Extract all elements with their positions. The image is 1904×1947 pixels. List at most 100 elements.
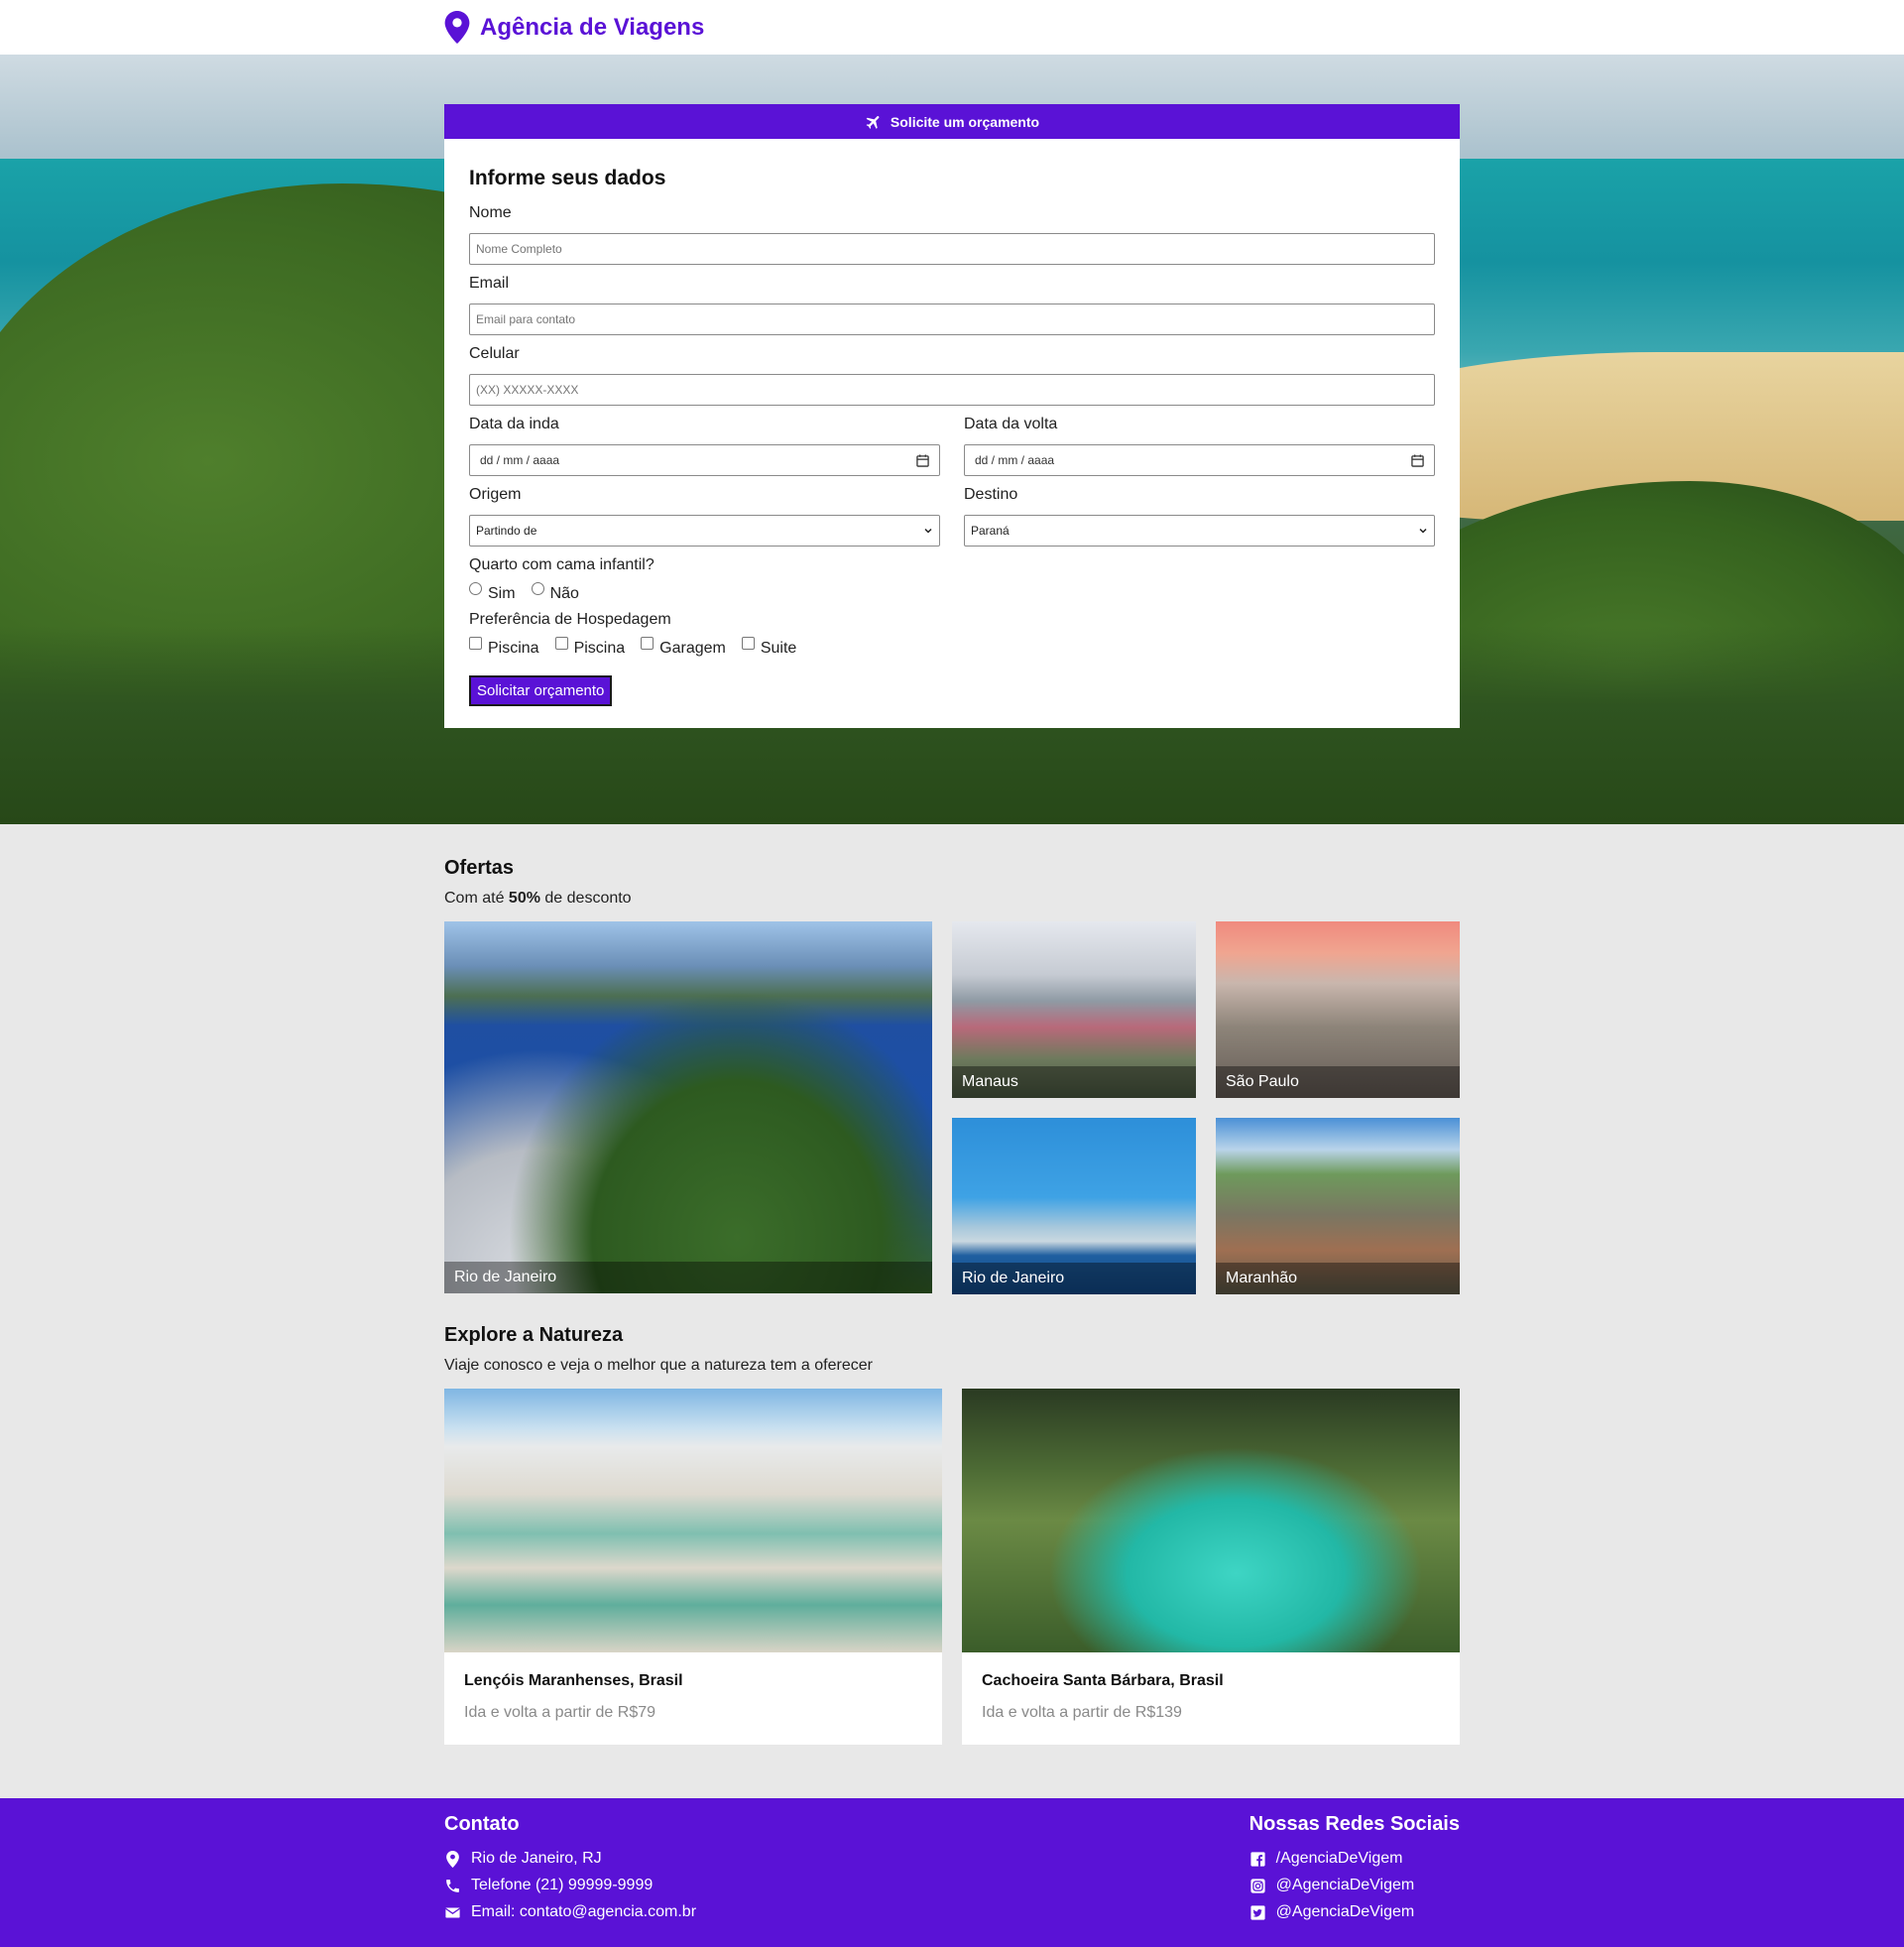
depart-date-label: Data da inda [469, 416, 559, 432]
chevron-down-icon [1419, 528, 1427, 534]
lodging-pref-options: Piscina Piscina Garagem Suite [469, 637, 1435, 658]
submit-quote-button[interactable]: Solicitar orçamento [469, 675, 613, 706]
offer-tile[interactable]: São Paulo [1216, 921, 1460, 1098]
destination-value: Paraná [971, 524, 1010, 538]
destination-label: Destino [964, 486, 1018, 503]
calendar-icon[interactable] [916, 453, 929, 467]
offers-grid: Rio de Janeiro Manaus Rio de Janeiro São… [444, 921, 1460, 1294]
quote-form: Solicite um orçamento Informe seus dados… [444, 104, 1460, 728]
nature-card[interactable]: Lençóis Maranhenses, Brasil Ida e volta … [444, 1389, 942, 1745]
checkbox[interactable] [554, 637, 568, 650]
nature-subtitle: Viaje conosco e veja o melhor que a natu… [444, 1357, 873, 1374]
name-input[interactable] [469, 233, 1435, 265]
mail-icon [445, 1907, 460, 1917]
contact-email-text: Email: contato@agencia.com.br [471, 1903, 697, 1920]
map-pin-icon [444, 11, 470, 44]
brand[interactable]: Agência de Viagens [444, 0, 1460, 55]
social-twitter[interactable]: @AgenciaDeVigem [1250, 1903, 1460, 1921]
email-label: Email [469, 275, 510, 292]
checkbox-piscina[interactable]: Piscina [469, 637, 539, 658]
footer-social: Nossas Redes Sociais /AgenciaDeVigem @Ag… [1250, 1813, 1460, 1930]
offer-caption: Rio de Janeiro [952, 1263, 1196, 1294]
offer-tile[interactable]: Rio de Janeiro [952, 1118, 1196, 1294]
offers-section: Ofertas Com até 50% de desconto Rio de J… [444, 824, 1460, 1294]
origin-select[interactable]: Partindo de [469, 515, 940, 547]
radio-label: Não [549, 585, 579, 602]
offers-subtitle-post: de desconto [539, 890, 632, 907]
checkbox-label: Suite [760, 640, 797, 657]
checkbox[interactable] [641, 637, 654, 650]
nature-card-image [444, 1389, 942, 1652]
quote-form-header: Solicite um orçamento [444, 104, 1460, 139]
email-input[interactable] [469, 304, 1435, 335]
offer-tile[interactable]: Rio de Janeiro [444, 921, 932, 1293]
nature-card-price: Ida e volta a partir de R$139 [982, 1704, 1182, 1721]
checkbox-garagem[interactable]: Garagem [641, 637, 726, 658]
social-twitter-text: @AgenciaDeVigem [1275, 1903, 1415, 1920]
social-facebook-text: /AgenciaDeVigem [1275, 1850, 1403, 1867]
chevron-down-icon [924, 528, 932, 534]
name-label: Nome [469, 204, 512, 221]
checkbox[interactable] [469, 637, 482, 650]
offers-discount: 50% [508, 890, 540, 907]
nature-title: Explore a Natureza [444, 1324, 624, 1346]
calendar-icon[interactable] [1411, 453, 1424, 467]
radio-sim[interactable]: Sim [469, 582, 516, 603]
contact-email[interactable]: Email: contato@agencia.com.br [444, 1903, 696, 1921]
checkbox-label: Piscina [488, 640, 539, 657]
radio-nao[interactable]: Não [531, 582, 579, 603]
checkbox-suite[interactable]: Suite [741, 637, 797, 658]
social-instagram[interactable]: @AgenciaDeVigem [1250, 1877, 1460, 1894]
offer-caption: São Paulo [1216, 1066, 1460, 1098]
map-pin-icon [446, 1850, 459, 1868]
facebook-icon [1250, 1851, 1265, 1867]
offer-caption: Rio de Janeiro [444, 1262, 932, 1293]
child-bed-options: Sim Não [469, 582, 1435, 603]
social-facebook[interactable]: /AgenciaDeVigem [1250, 1850, 1460, 1868]
nature-card-price: Ida e volta a partir de R$79 [464, 1704, 656, 1721]
offer-tile[interactable]: Maranhão [1216, 1118, 1460, 1294]
contact-phone-text: Telefone (21) 99999-9999 [471, 1877, 654, 1893]
checkbox-piscina-2[interactable]: Piscina [554, 637, 626, 658]
social-title: Nossas Redes Sociais [1249, 1813, 1460, 1835]
nature-section: Explore a Natureza Viaje conosco e veja … [444, 1294, 1460, 1745]
radio-button[interactable] [531, 582, 544, 595]
nature-card-image [962, 1389, 1460, 1652]
child-bed-label: Quarto com cama infantil? [469, 556, 654, 573]
nature-card-title: Cachoeira Santa Bárbara, Brasil [982, 1672, 1224, 1689]
social-instagram-text: @AgenciaDeVigem [1275, 1877, 1415, 1893]
lodging-pref-label: Preferência de Hospedagem [469, 611, 671, 628]
nature-card-title: Lençóis Maranhenses, Brasil [464, 1672, 683, 1689]
hero-banner: Solicite um orçamento Informe seus dados… [0, 55, 1904, 824]
instagram-icon [1250, 1878, 1265, 1893]
nature-cards: Lençóis Maranhenses, Brasil Ida e volta … [444, 1389, 1460, 1745]
return-date-value: dd / mm / aaaa [975, 453, 1055, 467]
return-date-label: Data da volta [964, 416, 1058, 432]
radio-button[interactable] [469, 582, 482, 595]
footer-contact: Contato Rio de Janeiro, RJ Telefone (21)… [444, 1813, 696, 1930]
contact-address: Rio de Janeiro, RJ [444, 1850, 696, 1868]
depart-date-input[interactable]: dd / mm / aaaa [469, 444, 940, 476]
origin-value: Partindo de [476, 524, 537, 538]
nature-card[interactable]: Cachoeira Santa Bárbara, Brasil Ida e vo… [962, 1389, 1460, 1745]
contact-title: Contato [444, 1813, 520, 1835]
offers-subtitle-pre: Com até [444, 890, 509, 907]
top-bar: Agência de Viagens [0, 0, 1904, 55]
depart-date-value: dd / mm / aaaa [480, 453, 560, 467]
quote-form-banner: Solicite um orçamento [890, 113, 1040, 130]
return-date-input[interactable]: dd / mm / aaaa [964, 444, 1435, 476]
offer-caption: Maranhão [1216, 1263, 1460, 1294]
checkbox-label: Garagem [659, 640, 726, 657]
contact-phone[interactable]: Telefone (21) 99999-9999 [444, 1877, 696, 1894]
checkbox[interactable] [741, 637, 755, 650]
phone-input[interactable] [469, 374, 1435, 406]
offer-tile[interactable]: Manaus [952, 921, 1196, 1098]
airplane-icon [866, 115, 880, 129]
radio-label: Sim [488, 585, 516, 602]
form-title: Informe seus dados [469, 167, 666, 189]
destination-select[interactable]: Paraná [964, 515, 1435, 547]
footer: Contato Rio de Janeiro, RJ Telefone (21)… [0, 1798, 1904, 1947]
brand-name: Agência de Viagens [480, 13, 705, 41]
phone-icon [446, 1879, 459, 1892]
checkbox-label: Piscina [573, 640, 626, 657]
